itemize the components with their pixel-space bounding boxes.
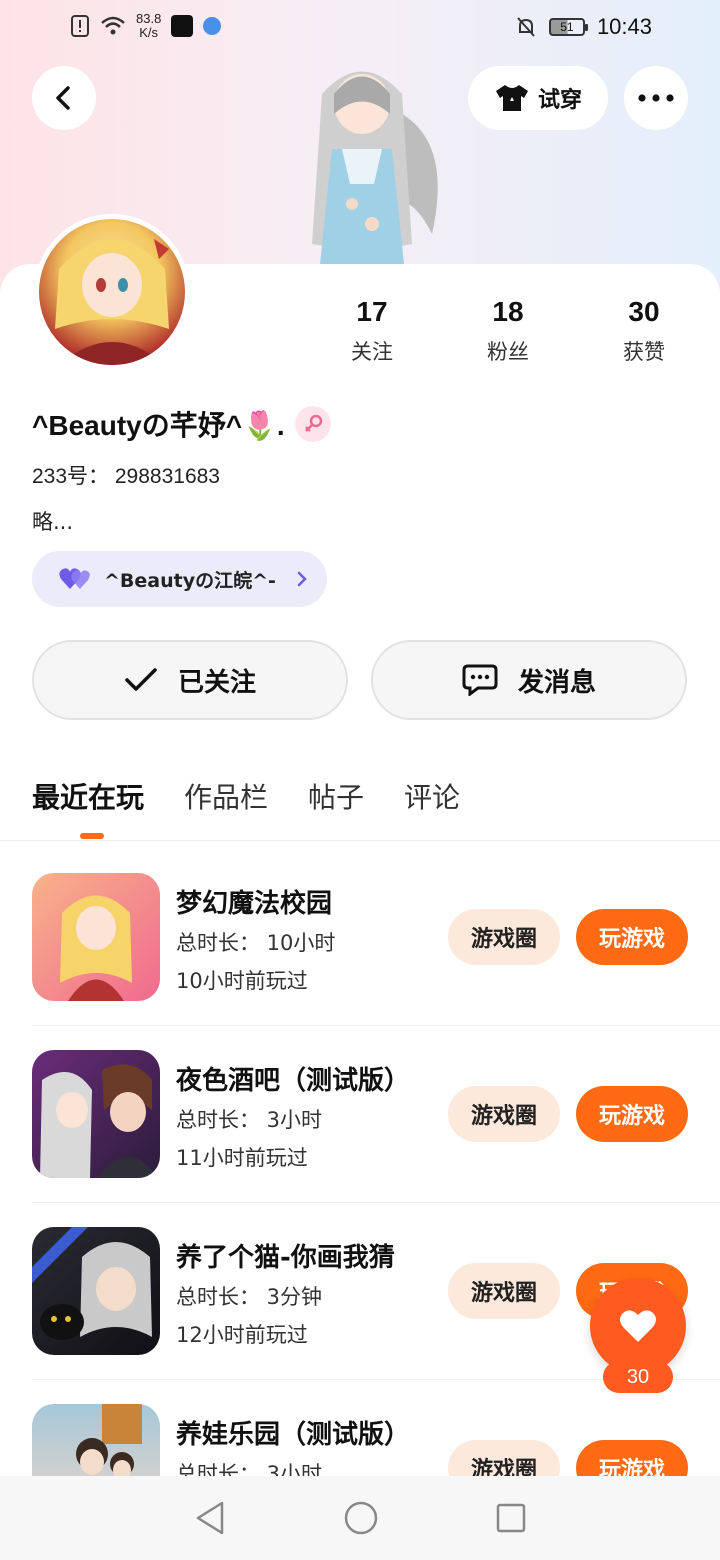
username-row: ^Beautyの芊妤^🌷. bbox=[32, 404, 331, 444]
avatar-art bbox=[55, 239, 169, 365]
row-divider bbox=[32, 1202, 720, 1203]
status-right: 51 10:43 bbox=[515, 14, 652, 40]
game-name: 夜色酒吧（测试版） bbox=[176, 1066, 411, 1096]
bell-muted-icon bbox=[517, 17, 535, 37]
character-avatar-art bbox=[312, 71, 438, 264]
heart-pair-icon bbox=[59, 568, 90, 589]
active-tab-indicator bbox=[80, 833, 104, 839]
game-duration: 总时长： 3小时 bbox=[176, 1108, 323, 1132]
message-button[interactable]: 发消息 bbox=[371, 640, 687, 720]
message-button-label: 发消息 bbox=[517, 667, 596, 698]
nav-home-icon[interactable] bbox=[344, 1501, 378, 1535]
try-on-label: 试穿 bbox=[537, 88, 582, 113]
wifi-icon bbox=[101, 16, 125, 35]
play-game-button[interactable]: 玩游戏 bbox=[576, 909, 688, 965]
stat-label: 关注 bbox=[351, 340, 393, 364]
back-button[interactable] bbox=[32, 66, 96, 130]
play-game-button[interactable]: 玩游戏 bbox=[576, 1086, 688, 1142]
game-duration: 总时长： 10小时 bbox=[176, 931, 336, 955]
status-left: 83.8 K/s bbox=[70, 12, 222, 40]
stat-value: 17 bbox=[356, 296, 388, 327]
heart-icon bbox=[620, 1310, 656, 1342]
like-button[interactable] bbox=[590, 1278, 686, 1374]
row-divider bbox=[32, 1025, 720, 1026]
follow-button-label: 已关注 bbox=[177, 667, 256, 698]
game-icon bbox=[32, 873, 160, 1001]
group-chip-label: ^Beautyの江皖^- bbox=[104, 569, 276, 592]
network-speed: 83.8 K/s bbox=[136, 12, 161, 40]
user-id: 233号： 298831683 bbox=[32, 465, 220, 488]
avatar-image bbox=[39, 219, 185, 365]
game-duration: 总时长： 3分钟 bbox=[176, 1285, 323, 1309]
game-icon bbox=[32, 1050, 160, 1178]
chevron-right-icon bbox=[297, 571, 307, 587]
app-notification-icon bbox=[203, 17, 222, 35]
group-chip[interactable]: ^Beautyの江皖^- bbox=[32, 551, 327, 607]
check-icon bbox=[125, 668, 157, 691]
alert-icon bbox=[71, 15, 89, 37]
stat-following[interactable]: 17 关注 bbox=[304, 296, 440, 366]
like-count-badge: 30 bbox=[603, 1361, 673, 1393]
more-options-button[interactable] bbox=[624, 66, 688, 130]
tab-comments[interactable]: 评论 bbox=[404, 776, 460, 816]
follow-button[interactable]: 已关注 bbox=[32, 640, 348, 720]
battery-indicator: 51 bbox=[548, 18, 588, 36]
stat-followers[interactable]: 18 粉丝 bbox=[440, 296, 576, 366]
status-bar: 83.8 K/s 51 10:43 bbox=[0, 0, 720, 56]
more-dots-icon bbox=[638, 94, 674, 102]
game-last-played: 11小时前玩过 bbox=[176, 1146, 308, 1170]
game-last-played: 12小时前玩过 bbox=[176, 1323, 308, 1347]
system-nav-bar bbox=[0, 1476, 720, 1560]
game-name: 养了个猫-你画我猜 bbox=[176, 1243, 395, 1273]
game-icon bbox=[32, 1227, 160, 1355]
message-bubble-icon bbox=[462, 664, 498, 696]
user-avatar[interactable] bbox=[34, 214, 190, 370]
user-bio: 略... bbox=[32, 510, 74, 534]
game-circle-button[interactable]: 游戏圈 bbox=[448, 909, 560, 965]
nav-recents-icon[interactable] bbox=[496, 1503, 526, 1533]
tab-recently-played[interactable]: 最近在玩 bbox=[32, 776, 144, 816]
tiktok-app-icon bbox=[171, 15, 194, 37]
tab-posts[interactable]: 帖子 bbox=[308, 776, 364, 816]
game-circle-button[interactable]: 游戏圈 bbox=[448, 1086, 560, 1142]
stat-value: 18 bbox=[492, 296, 524, 327]
nav-back-icon[interactable] bbox=[194, 1500, 226, 1536]
game-last-played: 10小时前玩过 bbox=[176, 969, 308, 993]
try-on-button[interactable]: 试穿 bbox=[468, 66, 608, 130]
stat-label: 粉丝 bbox=[487, 340, 529, 364]
game-name: 梦幻魔法校园 bbox=[176, 889, 333, 919]
list-item[interactable]: 夜色酒吧（测试版） 总时长： 3小时 11小时前玩过 游戏圈 玩游戏 bbox=[0, 1050, 720, 1227]
clock: 10:43 bbox=[596, 14, 652, 39]
profile-tabs: 最近在玩 作品栏 帖子 评论 bbox=[32, 776, 460, 816]
profile-stats: 17 关注 18 粉丝 30 获赞 bbox=[304, 296, 712, 366]
game-circle-button[interactable]: 游戏圈 bbox=[448, 1263, 560, 1319]
stat-likes[interactable]: 30 获赞 bbox=[576, 296, 712, 366]
tab-divider bbox=[0, 840, 720, 841]
stat-label: 获赞 bbox=[623, 340, 665, 364]
female-symbol-icon bbox=[294, 406, 331, 442]
game-name: 养娃乐园（测试版） bbox=[176, 1420, 411, 1450]
network-speed-unit: K/s bbox=[139, 25, 159, 40]
tshirt-icon bbox=[495, 85, 528, 111]
tab-works[interactable]: 作品栏 bbox=[184, 776, 268, 816]
stat-value: 30 bbox=[628, 296, 660, 327]
username: ^Beautyの芊妤^🌷. bbox=[32, 410, 285, 441]
chevron-left-icon bbox=[56, 86, 70, 110]
network-speed-value: 83.8 bbox=[136, 11, 162, 26]
list-item[interactable]: 梦幻魔法校园 总时长： 10小时 10小时前玩过 游戏圈 玩游戏 bbox=[0, 873, 720, 1050]
